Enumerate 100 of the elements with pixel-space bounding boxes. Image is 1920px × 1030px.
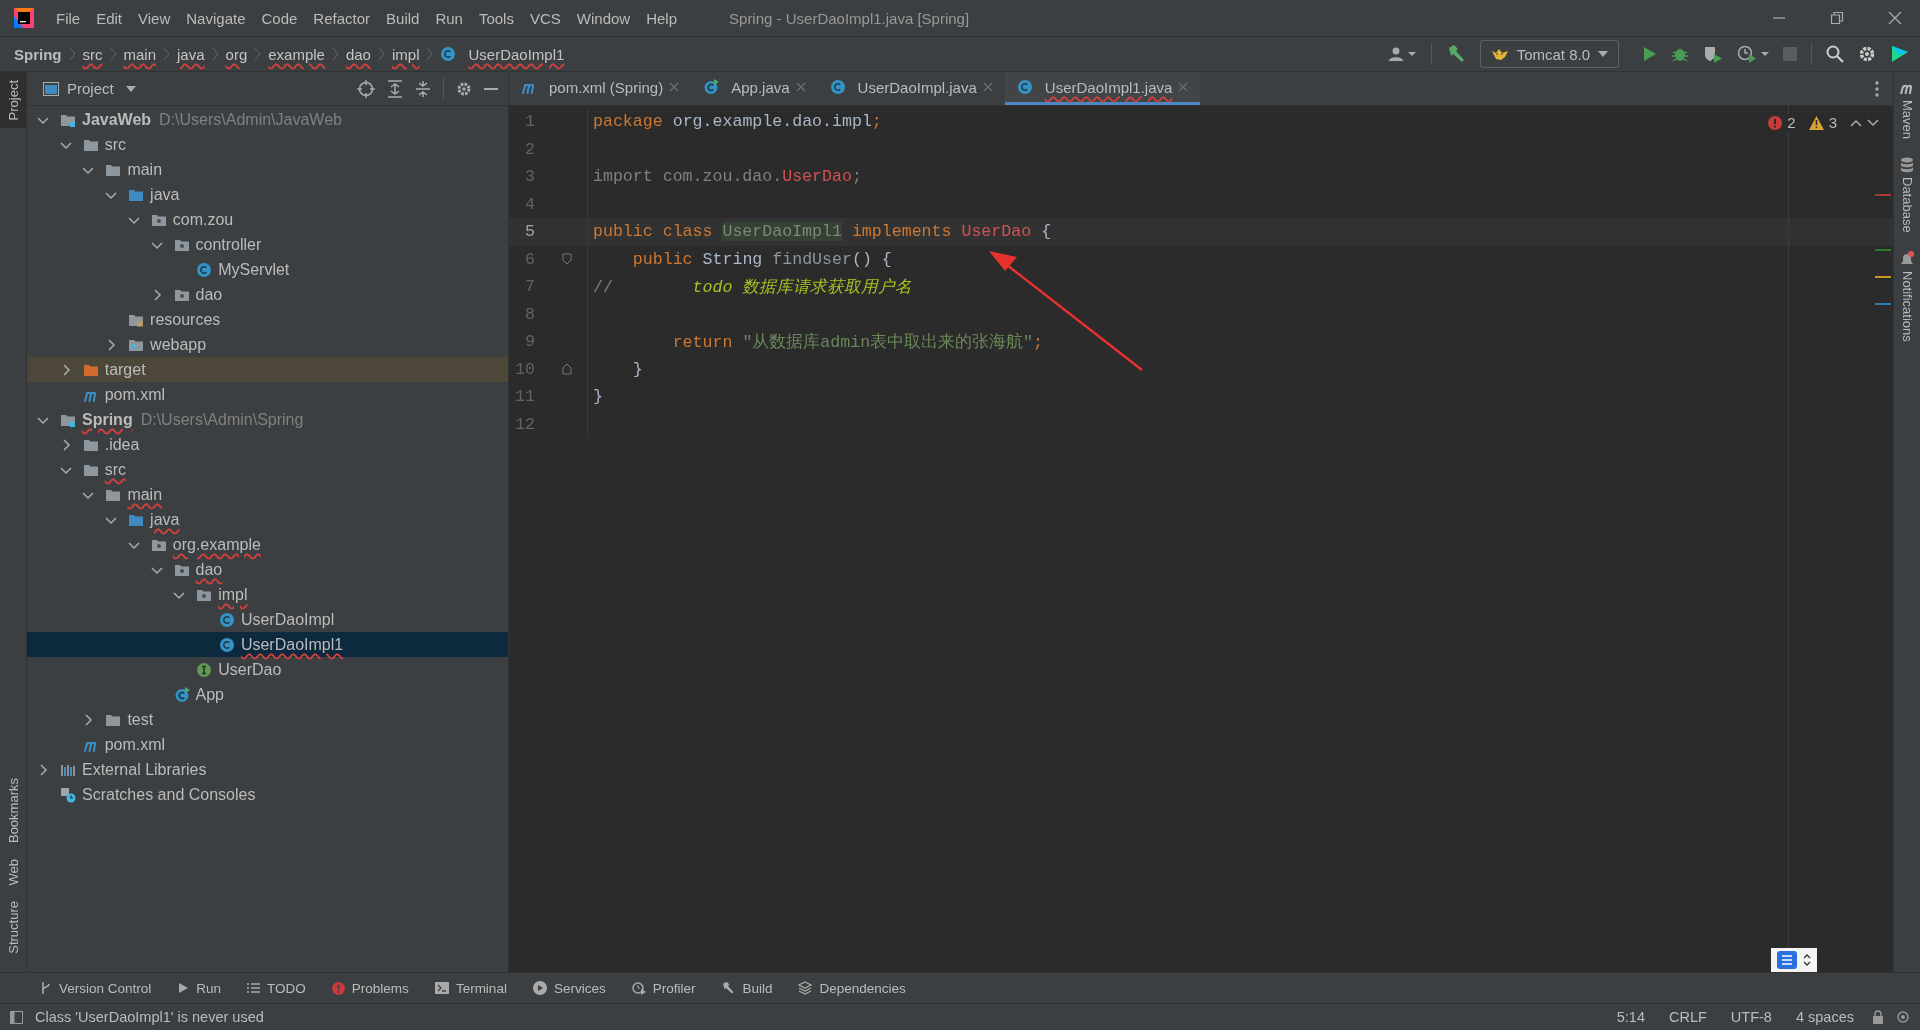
tool-window-button[interactable]: Profiler: [631, 980, 696, 996]
tool-window-button[interactable]: Web: [0, 850, 26, 894]
chevron-down-icon[interactable]: [1867, 118, 1879, 127]
warning-icon[interactable]: [1808, 115, 1824, 130]
run-icon[interactable]: [1641, 46, 1657, 62]
more-icon[interactable]: [1875, 80, 1879, 97]
tree-item[interactable]: impl: [27, 582, 508, 607]
lock-icon[interactable]: [1872, 1010, 1884, 1024]
tree-item[interactable]: webapp: [27, 332, 508, 357]
breadcrumb[interactable]: org: [218, 45, 255, 63]
caret-icon[interactable]: [125, 85, 136, 92]
tool-window-button[interactable]: Dependencies: [798, 980, 906, 996]
chevron-icon[interactable]: [82, 713, 95, 726]
settings-icon[interactable]: [1858, 45, 1876, 63]
menu-item[interactable]: Edit: [88, 9, 131, 27]
tree-item[interactable]: UserDaoImpl1: [27, 632, 508, 657]
user-icon[interactable]: [1388, 46, 1417, 62]
tool-window-button[interactable]: Notifications: [1899, 250, 1915, 342]
run-configuration-dropdown[interactable]: Tomcat 8.0: [1479, 40, 1619, 68]
layout-icon[interactable]: [10, 1010, 23, 1024]
tree-item[interactable]: test: [27, 707, 508, 732]
file-encoding[interactable]: UTF-8: [1724, 1009, 1778, 1025]
indent-setting[interactable]: 4 spaces: [1789, 1009, 1860, 1025]
tree-item[interactable]: Spring D:\Users\Admin\Spring: [27, 407, 508, 432]
panel-title[interactable]: Project: [67, 80, 114, 97]
tree-item[interactable]: java: [27, 182, 508, 207]
fold-marker-icon[interactable]: [562, 253, 572, 266]
tree-item[interactable]: App: [27, 682, 508, 707]
tree-item[interactable]: .idea: [27, 432, 508, 457]
menu-item[interactable]: Run: [427, 9, 471, 27]
tree-item[interactable]: MyServlet: [27, 257, 508, 282]
settings-icon[interactable]: [456, 80, 472, 97]
tree-item[interactable]: main: [27, 482, 508, 507]
tree-item[interactable]: External Libraries: [27, 757, 508, 782]
tool-window-button[interactable]: Problems: [331, 980, 409, 996]
toolbox-logo-icon[interactable]: [1890, 44, 1910, 64]
breadcrumb[interactable]: UserDaoImpl1: [433, 45, 572, 63]
tree-item[interactable]: Scratches and Consoles: [27, 782, 508, 807]
tool-window-button[interactable]: Database: [1899, 157, 1915, 233]
error-icon[interactable]: [1768, 115, 1783, 130]
tree-item[interactable]: main: [27, 157, 508, 182]
menu-item[interactable]: Refactor: [305, 9, 379, 27]
search-icon[interactable]: [1826, 45, 1844, 63]
line-separator[interactable]: CRLF: [1663, 1009, 1713, 1025]
breadcrumb[interactable]: main: [116, 45, 163, 63]
tool-window-button[interactable]: Run: [177, 980, 222, 996]
menu-item[interactable]: Navigate: [178, 9, 254, 27]
menu-item[interactable]: VCS: [521, 9, 569, 27]
expand-all-icon[interactable]: [387, 79, 403, 98]
caret-position[interactable]: 5:14: [1610, 1009, 1651, 1025]
breadcrumb[interactable]: dao: [338, 45, 378, 63]
tree-item[interactable]: target: [27, 357, 508, 382]
editor-tab[interactable]: UserDaoImpl1.java: [1004, 72, 1201, 105]
menu-item[interactable]: View: [130, 9, 179, 27]
git-icon[interactable]: [1896, 1010, 1910, 1024]
tool-window-button[interactable]: Version Control: [40, 980, 152, 996]
tree-item[interactable]: java: [27, 507, 508, 532]
tool-window-button[interactable]: Build: [721, 980, 773, 996]
tree-item[interactable]: resources: [27, 307, 508, 332]
editor-tab[interactable]: UserDaoImpl.java: [817, 72, 1005, 105]
breadcrumb[interactable]: Spring: [14, 45, 69, 63]
tree-item[interactable]: pom.xml: [27, 382, 508, 407]
editor-tab[interactable]: App.java: [691, 72, 818, 105]
tree-item[interactable]: JavaWeb D:\Users\Admin\JavaWeb: [27, 107, 508, 132]
tree-item[interactable]: src: [27, 132, 508, 157]
chevron-icon[interactable]: [37, 763, 49, 776]
tool-window-button[interactable]: Terminal: [434, 980, 507, 996]
menu-item[interactable]: Tools: [470, 9, 522, 27]
tree-item[interactable]: dao: [27, 557, 508, 582]
tree-item[interactable]: pom.xml: [27, 732, 508, 757]
tool-window-button[interactable]: Services: [532, 980, 606, 996]
locate-icon[interactable]: [357, 79, 375, 98]
tool-window-button[interactable]: Structure: [0, 893, 26, 962]
menu-item[interactable]: Help: [638, 9, 686, 27]
breadcrumb[interactable]: java: [170, 45, 212, 63]
breadcrumb[interactable]: src: [75, 45, 110, 63]
tree-item[interactable]: UserDao: [27, 657, 508, 682]
close-icon[interactable]: [1888, 11, 1902, 25]
chevron-icon[interactable]: [105, 338, 118, 351]
tree-item[interactable]: dao: [27, 282, 508, 307]
menu-item[interactable]: File: [48, 9, 89, 27]
menu-item[interactable]: Code: [253, 9, 306, 27]
tool-window-button[interactable]: Project: [0, 72, 26, 129]
tree-item[interactable]: UserDaoImpl: [27, 607, 508, 632]
collapse-all-icon[interactable]: [415, 79, 431, 98]
input-method-widget[interactable]: [1771, 948, 1817, 972]
tool-window-button[interactable]: Maven: [1899, 80, 1915, 140]
breadcrumb[interactable]: impl: [384, 45, 427, 63]
tool-window-button[interactable]: Bookmarks: [0, 769, 26, 851]
tree-item[interactable]: com.zou: [27, 207, 508, 232]
warning-count[interactable]: 3: [1828, 114, 1837, 131]
menu-item[interactable]: Build: [378, 9, 428, 27]
tree-item[interactable]: org.example: [27, 532, 508, 557]
profiler-icon[interactable]: [1737, 45, 1769, 63]
tool-window-button[interactable]: TODO: [247, 980, 306, 996]
menu-item[interactable]: Window: [568, 9, 639, 27]
coverage-icon[interactable]: [1703, 45, 1723, 63]
restore-icon[interactable]: [1830, 11, 1844, 25]
error-count[interactable]: 2: [1787, 114, 1796, 131]
chevron-up-icon[interactable]: [1850, 118, 1862, 127]
